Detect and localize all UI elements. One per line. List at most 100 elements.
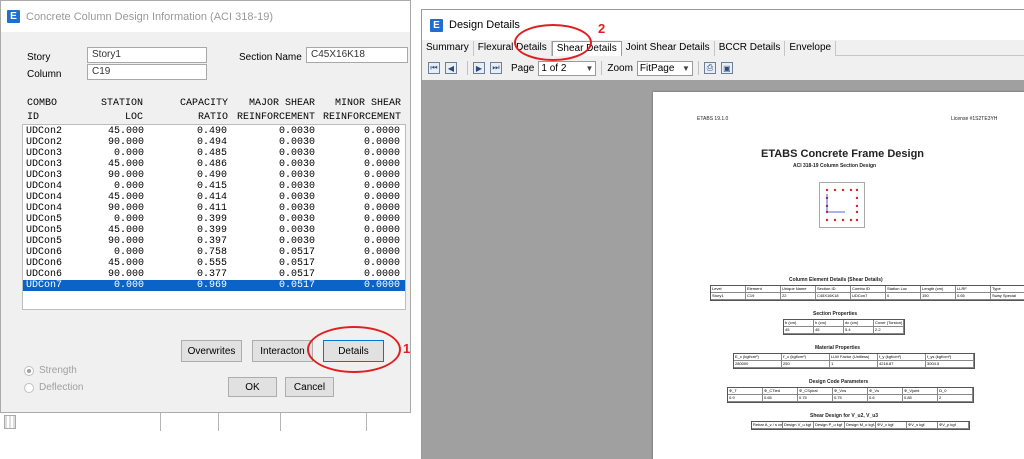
tab-joint-shear-details[interactable]: Joint Shear Details (621, 41, 715, 56)
table-cell: 0.377 (196, 269, 227, 280)
table-row[interactable]: UDCon6 90.000 0.377 0.0517 0.0000 (23, 269, 405, 280)
story-label: Story (27, 52, 51, 63)
table-row[interactable]: UDCon3 90.000 0.490 0.0030 0.0000 (23, 170, 405, 181)
report-table-cell: E_c (kgf/cm²) (734, 354, 782, 361)
print-icon[interactable]: ⎙ (703, 62, 716, 74)
etabs-app-icon: E (430, 18, 443, 32)
interaction-button[interactable]: Interacton (252, 340, 313, 362)
design-code-title: Design Code Parameters (809, 379, 869, 385)
table-row[interactable]: UDCon5 45.000 0.399 0.0030 0.0000 (23, 225, 405, 236)
table-cell: 0.0030 (278, 181, 315, 192)
zoom-label: Zoom (607, 62, 633, 74)
design-code-table: Φ_T Φ_CTied Φ_CSpiral Φ_Vns Φ_Vs Φ_Vjoint Ω_0 0… (727, 387, 974, 403)
table-cell: 0.399 (196, 225, 227, 236)
material-properties-title: Material Properties (815, 345, 861, 351)
rebar-dot (833, 188, 837, 192)
header-major-shear: MAJOR SHEAR REINFORCEMENT (236, 98, 315, 123)
table-row[interactable]: UDCon5 90.000 0.397 0.0030 0.0000 (23, 236, 405, 247)
table-row[interactable]: UDCon7 0.000 0.969 0.0517 0.0000 (23, 279, 405, 292)
element-details-title: Column Element Details (Shear Details) (789, 277, 883, 283)
next-page-icon[interactable]: ▶ (473, 62, 485, 74)
table-cell: 0.0000 (363, 137, 400, 148)
report-table-row: 280000 250 1 4218.87 3004.5 (734, 361, 974, 368)
table-cell: UDCon2 (26, 137, 63, 148)
table-cell: 45.000 (107, 126, 144, 137)
save-icon[interactable]: ▣ (720, 62, 733, 74)
table-cell: 0.969 (196, 280, 227, 291)
viewer-toolbar: ⏮ ◀ ▶ ⏭ Page 1 of 2 ▼ Zoom FitPage ▼ ⎙ ▣ (422, 58, 1024, 78)
table-cell: 0.0000 (363, 269, 400, 280)
report-table-cell: Rebar A_v / s cm²/cm (752, 422, 783, 429)
report-table-cell: Φ_Vns (833, 388, 868, 395)
deflection-radio[interactable]: Deflection (24, 382, 83, 393)
report-table-cell: Story1 (711, 293, 746, 300)
report-table-row: E_c (kgf/cm²) f'_c (kgf/cm²) LLW Factor (U… (734, 354, 974, 361)
report-page: ETABS 19.1.0 License #1S2TE3YH ETABS Con… (653, 92, 1024, 459)
page-label: Page (511, 62, 535, 74)
rebar-dot (855, 210, 859, 214)
etabs-app-icon: E (7, 10, 20, 23)
table-row[interactable]: UDCon5 0.000 0.399 0.0030 0.0000 (23, 214, 405, 225)
table-cell: UDCon6 (26, 269, 63, 280)
dialog-titlebar[interactable]: E Concrete Column Design Information (AC… (1, 1, 410, 32)
table-row[interactable]: UDCon2 45.000 0.490 0.0030 0.0000 (23, 126, 405, 137)
table-cell: 0.0000 (363, 126, 400, 137)
previous-page-icon[interactable]: ◀ (445, 62, 457, 74)
section-name-field: C45X16K18 (306, 47, 408, 63)
table-cell: UDCon6 (26, 258, 63, 269)
table-row[interactable]: UDCon3 45.000 0.486 0.0030 0.0000 (23, 159, 405, 170)
report-table-cell: h (cm) (814, 320, 844, 327)
table-cell: 90.000 (107, 269, 144, 280)
last-page-icon[interactable]: ⏭ (490, 62, 502, 74)
report-table-cell: 150 (921, 293, 956, 300)
table-cell: 0.485 (196, 148, 227, 159)
tab-summary[interactable]: Summary (422, 41, 474, 56)
tab-bccr-details[interactable]: BCCR Details (714, 41, 786, 56)
table-cell: 0.000 (113, 148, 144, 159)
ok-button[interactable]: OK (228, 377, 277, 397)
report-table-cell: 0.6 (868, 395, 903, 402)
window-titlebar[interactable]: E Design Details (422, 10, 1024, 40)
table-row[interactable]: UDCon6 45.000 0.555 0.0517 0.0000 (23, 258, 405, 269)
table-cell: 45.000 (107, 159, 144, 170)
cancel-button[interactable]: Cancel (285, 377, 334, 397)
report-table-row: b (cm)h (cm)dc (cm)Cover (Torsion) (cm) (784, 320, 904, 327)
page-select[interactable]: 1 of 2 ▼ (538, 60, 597, 76)
table-row[interactable]: UDCon3 0.000 0.485 0.0030 0.0000 (23, 148, 405, 159)
rebar-dot (833, 218, 837, 222)
table-cell: 0.758 (196, 247, 227, 258)
section-name-label: Section Name (239, 52, 302, 63)
section-properties-table: b (cm)h (cm)dc (cm)Cover (Torsion) (cm)4… (783, 319, 905, 335)
column-section-diagram (819, 182, 865, 228)
zoom-select[interactable]: FitPage ▼ (636, 60, 693, 76)
rebar-dot (855, 204, 859, 208)
table-row[interactable]: UDCon4 90.000 0.411 0.0030 0.0000 (23, 203, 405, 214)
table-row[interactable]: UDCon4 0.000 0.415 0.0030 0.0000 (23, 181, 405, 192)
column-label: Column (27, 69, 62, 80)
report-viewer[interactable]: ETABS 19.1.0 License #1S2TE3YH ETABS Con… (422, 80, 1024, 459)
table-row[interactable]: UDCon4 45.000 0.414 0.0030 0.0000 (23, 192, 405, 203)
radio-unselected-icon (24, 382, 34, 393)
report-table-cell: 0.85 (903, 395, 938, 402)
table-cell: 0.0030 (278, 236, 315, 247)
header-station-loc: STATION LOC (100, 98, 143, 123)
first-page-icon[interactable]: ⏮ (428, 62, 440, 74)
chevron-down-icon: ▼ (585, 63, 594, 73)
table-cell: 0.000 (113, 181, 144, 192)
report-table-cell: dc (cm) (844, 320, 874, 327)
grid-icon (4, 415, 16, 429)
report-table-cell: 2 (938, 395, 973, 402)
report-table-cell: Design P_u kgf (814, 422, 845, 429)
results-table[interactable]: UDCon2 45.000 0.490 0.0030 0.0000 UDCon2 90.00… (22, 124, 406, 310)
rebar-dot (841, 188, 845, 192)
tab-envelope[interactable]: Envelope (785, 41, 837, 56)
table-cell: 0.0000 (363, 236, 400, 247)
table-row[interactable]: UDCon2 90.000 0.494 0.0030 0.0000 (23, 137, 405, 148)
overwrites-button[interactable]: Overwrites (181, 340, 242, 362)
table-row[interactable]: UDCon6 0.000 0.758 0.0517 0.0000 (23, 247, 405, 258)
table-cell: 0.397 (196, 236, 227, 247)
table-cell: 0.494 (196, 137, 227, 148)
strength-radio[interactable]: Strength (24, 365, 77, 376)
table-cell: 0.0000 (363, 258, 400, 269)
report-table-cell: Element (746, 286, 781, 293)
